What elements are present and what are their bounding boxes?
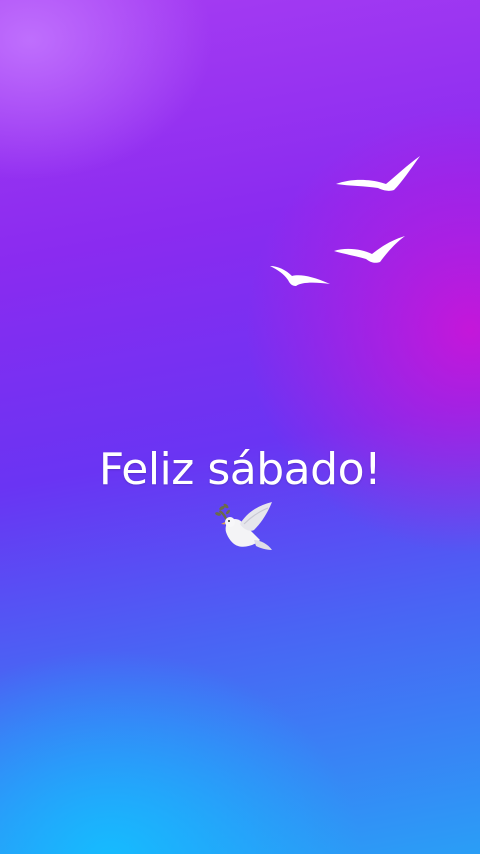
bird-icon [270, 266, 330, 286]
greeting-text: Feliz sábado! [98, 444, 382, 495]
dove-with-olive-branch-icon [214, 500, 278, 556]
flying-birds-icon [270, 156, 420, 286]
bird-icon [334, 236, 405, 263]
bird-icon [336, 156, 420, 191]
